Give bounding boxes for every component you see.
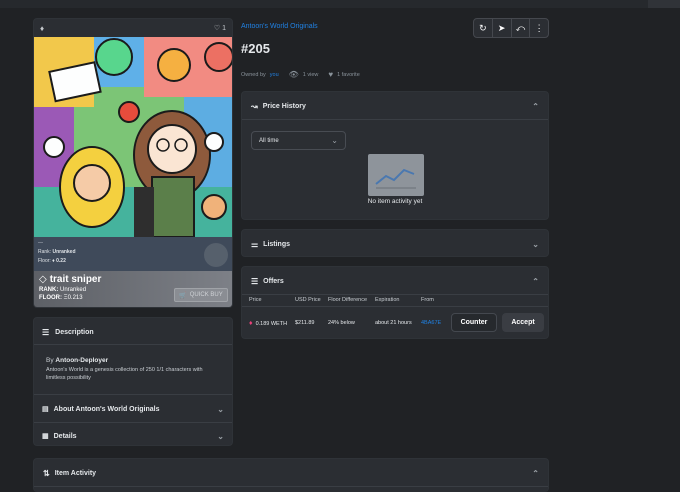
overlay-badge-icon	[204, 243, 228, 267]
eye-icon: 👁	[288, 70, 299, 79]
details-icon: ▦	[42, 433, 49, 440]
chevron-down-icon: ⌄	[532, 239, 539, 249]
about-collection-row[interactable]: ▤ About Antoon's World Originals ⌄	[42, 403, 224, 415]
offers-header[interactable]: ☰ Offers ⌃	[251, 275, 539, 287]
quick-buy-button[interactable]: 🛒 QUICK BUY	[174, 288, 228, 302]
weth-icon: ♦	[249, 320, 253, 327]
chevron-down-icon: ⌄	[217, 431, 224, 441]
offer-floor-diff: 24% below	[328, 320, 355, 326]
created-by: By Antoon-Deployer	[46, 357, 109, 364]
overlay-top-line: —	[38, 240, 43, 246]
item-activity-panel: ⇅ Item Activity ⌃	[33, 458, 549, 492]
no-activity-text: No item activity yet	[367, 198, 423, 205]
overlay-floor: Floor: ♦ 0.22	[38, 258, 66, 264]
divider	[34, 344, 232, 345]
col-header-price: Price	[249, 297, 262, 303]
overlay-rank: Rank: Unranked	[38, 249, 76, 255]
listings-panel: ⚌ Listings ⌄	[241, 229, 549, 257]
divider	[34, 394, 232, 395]
trait-sniper-panel: ◇ trait sniper RANK: Unranked FLOOR: Ξ0.…	[34, 271, 232, 307]
offer-usd: $211.89	[295, 320, 315, 326]
description-icon: ☰	[42, 327, 50, 337]
trait-sniper-brand: ◇ trait sniper	[39, 274, 102, 285]
heart-icon: ♥	[328, 70, 334, 79]
sniper-floor: FLOOR: Ξ0.213	[39, 295, 83, 301]
nft-media-card: ♦ ♡ 1 — Rank: Unranked Floor: ♦ 0.22 ◇ t…	[33, 18, 233, 308]
offer-expiration: about 21 hours	[375, 320, 412, 326]
offer-from-link[interactable]: 4BA67E	[421, 320, 441, 326]
divider	[242, 119, 548, 120]
time-range-select[interactable]: All time ⌄	[251, 131, 346, 150]
cart-icon: 🛒	[179, 292, 187, 299]
col-header-expiration: Expiration	[375, 297, 400, 303]
favorite-button[interactable]: ♡ 1	[213, 24, 226, 33]
price-history-panel: ↝ Price History ⌃ All time ⌄ No item act…	[241, 91, 549, 220]
ethereum-icon: ♦	[40, 23, 45, 33]
creator-link[interactable]: Antoon-Deployer	[55, 357, 108, 364]
details-row[interactable]: ▦ Details ⌄	[42, 430, 224, 442]
description-header[interactable]: ☰ Description	[42, 326, 94, 338]
rank-overlay: — Rank: Unranked Floor: ♦ 0.22	[34, 237, 232, 271]
nft-title: #205	[241, 41, 270, 56]
chevron-up-icon: ⌃	[532, 101, 539, 111]
col-header-floor-diff: Floor Difference	[328, 297, 368, 303]
divider	[34, 422, 232, 423]
heart-icon: ♡	[213, 25, 221, 32]
price-history-header[interactable]: ↝ Price History ⌃	[251, 100, 539, 112]
counter-button[interactable]: Counter	[451, 313, 497, 332]
collection-icon: ▤	[42, 406, 49, 413]
activity-icon: ⇅	[43, 468, 50, 478]
ownership-stats: Owned by you 👁 1 view ♥ 1 favorite	[241, 70, 360, 79]
refresh-icon[interactable]: ↻	[474, 19, 492, 37]
chart-placeholder-icon	[375, 168, 416, 189]
diamond-icon: ◇	[39, 274, 47, 285]
description-text: Antoon's World is a genesis collection o…	[46, 367, 203, 381]
listings-header[interactable]: ⚌ Listings ⌄	[251, 238, 539, 250]
item-activity-header[interactable]: ⇅ Item Activity ⌃	[43, 467, 539, 479]
owner-link[interactable]: you	[270, 72, 279, 78]
action-toolbar: ↻ ➤ ⤺ ⋮	[473, 18, 549, 38]
sniper-rank: RANK: Unranked	[39, 287, 87, 293]
chevron-down-icon: ⌄	[217, 404, 224, 414]
divider	[242, 294, 548, 295]
chevron-down-icon: ⌄	[331, 136, 338, 145]
window-top-strip	[0, 0, 680, 8]
transfer-icon[interactable]: ➤	[491, 19, 511, 37]
tag-icon: ⚌	[251, 239, 259, 249]
list-icon: ☰	[251, 276, 259, 286]
chevron-up-icon: ⌃	[532, 468, 539, 478]
col-header-from: From	[421, 297, 434, 303]
offer-price: ♦ 0.189 WETH	[249, 320, 288, 327]
share-icon[interactable]: ⤺	[510, 19, 530, 37]
table-row: ♦ 0.189 WETH $211.89 24% below about 21 …	[242, 307, 548, 339]
chevron-up-icon: ⌃	[532, 276, 539, 286]
col-header-usd: USD Price	[295, 297, 321, 303]
no-activity-illustration	[368, 154, 424, 196]
media-card-header: ♦ ♡ 1	[34, 19, 232, 37]
collection-link[interactable]: Antoon's World Originals	[241, 23, 318, 30]
window-top-strip-right	[648, 0, 680, 8]
accept-button[interactable]: Accept	[502, 313, 544, 332]
description-panel: ☰ Description By Antoon-Deployer Antoon'…	[33, 317, 233, 446]
favorite-count: 1 favorite	[337, 71, 360, 78]
nft-artwork-illustration	[34, 37, 232, 255]
view-count: 1 view	[302, 71, 319, 78]
offers-panel: ☰ Offers ⌃ Price USD Price Floor Differe…	[241, 266, 549, 339]
divider	[34, 486, 548, 487]
more-icon[interactable]: ⋮	[529, 19, 548, 37]
trending-icon: ↝	[251, 101, 258, 111]
nft-artwork[interactable]	[34, 37, 232, 255]
